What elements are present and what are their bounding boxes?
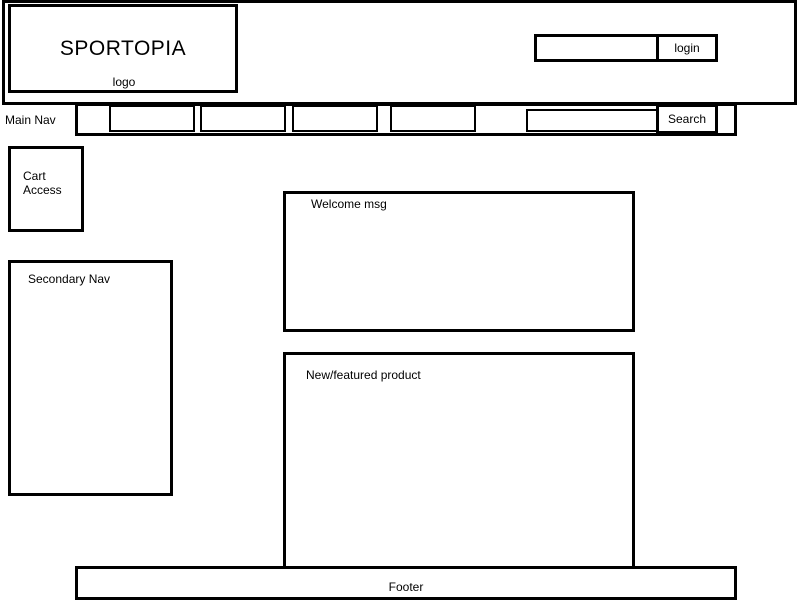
cart-access-label: Cart Access bbox=[23, 169, 62, 197]
featured-product-panel[interactable]: New/featured product bbox=[283, 352, 635, 572]
main-nav-item-1[interactable] bbox=[109, 105, 195, 132]
site-footer: Footer bbox=[75, 566, 737, 600]
welcome-message-label: Welcome msg bbox=[311, 197, 387, 211]
logo-title: SPORTOPIA bbox=[59, 37, 187, 60]
main-nav-item-2[interactable] bbox=[200, 105, 286, 132]
logo-caption: logo bbox=[112, 75, 136, 89]
secondary-nav[interactable]: Secondary Nav bbox=[8, 260, 173, 496]
welcome-message-panel: Welcome msg bbox=[283, 191, 635, 332]
logo[interactable]: SPORTOPIA logo bbox=[8, 4, 238, 93]
cart-access[interactable]: Cart Access bbox=[8, 146, 84, 232]
secondary-nav-label: Secondary Nav bbox=[28, 272, 111, 286]
login-input[interactable] bbox=[534, 34, 658, 62]
main-nav-item-4[interactable] bbox=[390, 105, 476, 132]
footer-label: Footer bbox=[388, 580, 424, 594]
main-nav-label: Main Nav bbox=[5, 113, 56, 127]
main-nav-item-3[interactable] bbox=[292, 105, 378, 132]
login-button[interactable]: login bbox=[656, 34, 718, 62]
search-input[interactable] bbox=[526, 109, 658, 132]
featured-product-label: New/featured product bbox=[306, 368, 421, 382]
search-button[interactable]: Search bbox=[656, 104, 718, 134]
